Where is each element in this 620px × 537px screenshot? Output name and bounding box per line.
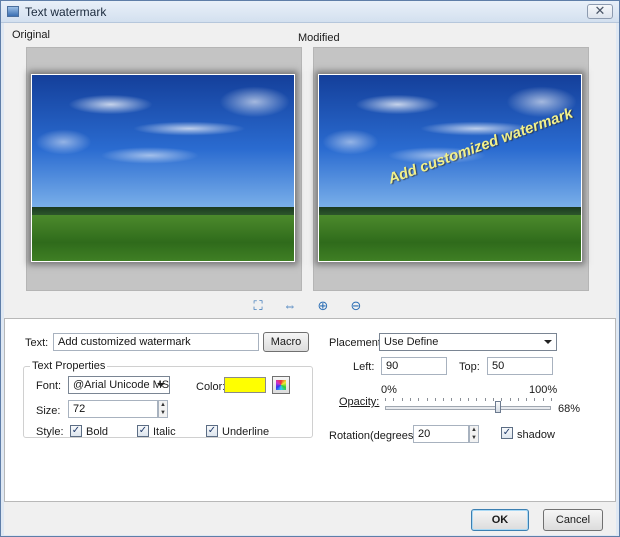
cancel-button[interactable]: Cancel	[543, 509, 603, 531]
watermark-settings-panel: Text: Macro Text Properties Font: @Arial…	[4, 318, 616, 502]
original-preview-image	[31, 74, 295, 262]
slider-tick	[476, 398, 478, 401]
close-button[interactable]: ✕	[587, 4, 613, 19]
slider-tick	[509, 398, 511, 401]
size-label: Size:	[36, 405, 61, 417]
opacity-slider-track[interactable]	[385, 406, 551, 410]
watermark-text-input[interactable]	[53, 333, 259, 351]
slider-tick	[551, 398, 552, 401]
bold-checkbox[interactable]: ✓	[70, 425, 82, 437]
font-select[interactable]: @Arial Unicode MS	[68, 376, 170, 394]
dialog-window: Text watermark ✕ Original Modified Add c…	[0, 0, 620, 537]
slider-tick	[468, 398, 469, 401]
slider-tick	[434, 398, 436, 401]
original-preview-panel	[26, 47, 302, 291]
slider-tick	[385, 398, 386, 401]
window-title: Text watermark	[25, 5, 107, 19]
spin-up-icon[interactable]: ▲	[159, 401, 167, 409]
slider-tick	[401, 398, 403, 401]
ok-button[interactable]: OK	[471, 509, 529, 531]
opacity-slider-thumb[interactable]	[494, 401, 501, 413]
text-properties-group: Text Properties Font: @Arial Unicode MS …	[23, 360, 313, 438]
color-label: Color:	[196, 381, 226, 393]
font-label: Font:	[36, 380, 62, 392]
slider-tick	[443, 398, 445, 401]
original-label: Original	[12, 29, 50, 41]
placement-select[interactable]: Use Define	[379, 333, 557, 351]
left-input[interactable]	[381, 357, 447, 375]
slider-tick	[451, 398, 453, 401]
app-window-icon	[7, 6, 19, 17]
slider-tick	[526, 398, 528, 401]
modified-preview-image: Add customized watermark	[318, 74, 582, 262]
rotation-label: Rotation(degrees):	[329, 430, 421, 442]
chevron-down-icon	[157, 383, 165, 387]
opacity-min-label: 0%	[381, 384, 397, 396]
slider-tick	[492, 398, 494, 401]
spin-up-icon[interactable]: ▲	[470, 426, 478, 434]
color-swatch[interactable]	[224, 377, 266, 393]
slider-tick	[418, 398, 420, 401]
slider-tick	[542, 398, 544, 401]
italic-label: Italic	[153, 426, 176, 438]
slider-tick	[409, 398, 411, 401]
actual-size-icon[interactable]: ⇔	[282, 298, 298, 314]
palette-icon	[276, 380, 286, 390]
slider-tick	[501, 398, 503, 401]
top-label: Top:	[459, 361, 480, 373]
font-select-value: @Arial Unicode MS	[73, 379, 170, 391]
dialog-client-area: Original Modified Add customized waterma…	[4, 23, 616, 535]
shadow-checkbox[interactable]: ✓	[501, 427, 513, 439]
placement-select-value: Use Define	[384, 336, 439, 348]
slider-tick	[459, 398, 461, 401]
slider-tick	[517, 398, 519, 401]
fit-window-icon[interactable]: ⛶	[250, 298, 266, 314]
text-properties-title: Text Properties	[30, 360, 108, 372]
top-input[interactable]	[487, 357, 553, 375]
opacity-value: 68%	[558, 403, 581, 415]
shadow-label: shadow	[517, 429, 555, 441]
bold-label: Bold	[86, 426, 109, 438]
modified-label: Modified	[298, 32, 340, 44]
spin-down-icon[interactable]: ▼	[159, 409, 167, 417]
chevron-down-icon	[544, 340, 552, 344]
slider-tick	[534, 398, 536, 401]
macro-button[interactable]: Macro	[263, 332, 309, 352]
underline-checkbox[interactable]: ✓	[206, 425, 218, 437]
style-label: Style:	[36, 426, 64, 438]
text-label: Text:	[25, 337, 49, 349]
rotation-input[interactable]	[413, 425, 469, 443]
slider-tick	[484, 398, 486, 401]
zoom-in-icon[interactable]: ⊕	[315, 298, 331, 314]
zoom-out-icon[interactable]: ⊖	[348, 298, 364, 314]
modified-preview-panel: Add customized watermark	[313, 47, 589, 291]
opacity-max-label: 100%	[529, 384, 558, 396]
slider-tick	[393, 398, 395, 401]
size-input[interactable]	[68, 400, 158, 418]
placement-label: Placement:	[329, 337, 385, 349]
left-label: Left:	[353, 361, 375, 373]
color-picker-button[interactable]	[272, 376, 290, 394]
italic-checkbox[interactable]: ✓	[137, 425, 149, 437]
size-spinner[interactable]: ▲ ▼	[158, 400, 168, 418]
opacity-label: Opacity:	[339, 396, 380, 408]
rotation-spinner[interactable]: ▲ ▼	[469, 425, 479, 443]
spin-down-icon[interactable]: ▼	[470, 434, 478, 442]
underline-label: Underline	[222, 426, 270, 438]
slider-tick	[426, 398, 428, 401]
title-bar[interactable]: Text watermark ✕	[1, 1, 619, 23]
